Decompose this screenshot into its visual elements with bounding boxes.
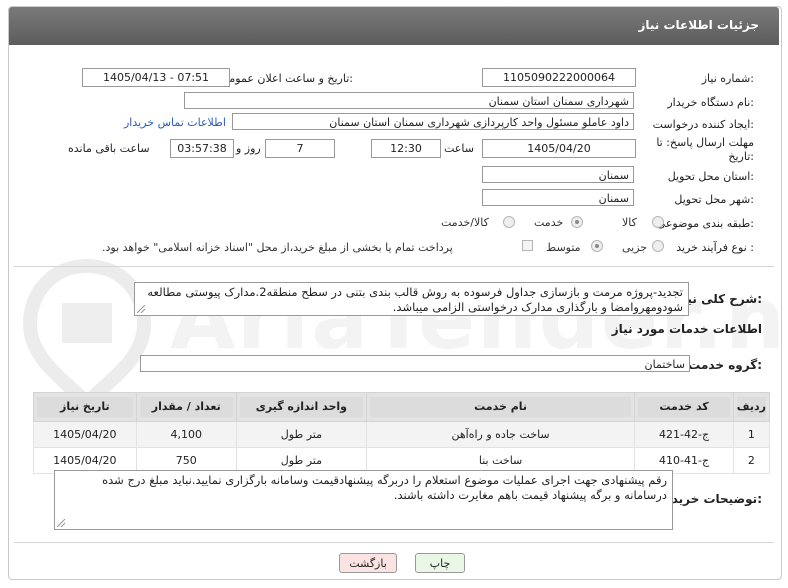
col-header-qty: تعداد / مقدار [135,392,237,422]
category-option-service: خدمت [534,216,564,229]
deadline-time-field: 12:30 [371,139,441,158]
category-option-goods: کالا [622,216,637,229]
purchase-radio-medium[interactable] [591,240,603,252]
category-label: طبقه بندی موضوعی: [656,217,754,230]
deadline-time-label: ساعت [444,142,474,155]
back-button[interactable]: بازگشت [339,553,397,573]
category-option-goods-service: کالا/خدمت [441,216,489,229]
col-header-name: نام خدمت [365,392,636,422]
col-header-code: کد خدمت [634,392,734,422]
deadline-label: مهلت ارسال پاسخ: تا تاریخ: [656,136,754,163]
cell-unit: متر طول [235,421,367,448]
category-radio-goods-service[interactable] [503,216,515,228]
summary-textarea[interactable]: تجدید-پروژه مرمت و بازسازی جداول فرسوده … [134,282,689,316]
print-button[interactable]: چاپ [415,553,465,573]
resize-grip-icon[interactable] [57,519,65,527]
requester-field: داود عاملو مسئول واحد کارپردازی شهرداری … [232,113,634,130]
need-number-label: شماره نیاز: [701,72,754,85]
category-radio-goods[interactable] [652,216,664,228]
purchase-option-minor: جزیی [622,241,648,254]
cell-idx: 1 [732,421,771,448]
service-group-field: ساختمان [140,355,690,372]
delivery-city-field: سمنان [482,189,634,206]
treasury-payment-note: پرداخت تمام یا بخشی از مبلغ خرید،از محل … [102,241,453,254]
divider [14,542,774,543]
cell-idx: 2 [732,447,771,474]
delivery-city-label: شهر محل تحویل: [674,193,754,206]
delivery-province-label: استان محل تحویل: [667,170,754,183]
cell-qty: 4,100 [135,421,237,448]
deadline-days-field: 7 [265,139,335,158]
panel-header: جزئیات اطلاعات نیاز [9,7,779,45]
need-number-field: 1105090222000064 [482,68,636,87]
col-header-idx: ردیف [732,392,771,422]
cell-code: ج-42-421 [634,421,734,448]
purchase-option-medium: متوسط [546,241,581,254]
treasury-checkbox[interactable] [522,240,533,251]
summary-text: تجدید-پروژه مرمت و بازسازی جداول فرسوده … [147,285,683,314]
cell-date: 1405/04/20 [33,421,137,448]
remaining-time-label: ساعت باقی مانده [68,142,150,155]
announce-datetime-field: 1405/04/13 - 07:51 [82,68,230,87]
services-section-title: اطلاعات خدمات مورد نیاز [611,322,762,336]
resize-grip-icon[interactable] [137,305,145,313]
announce-datetime-label: تاریخ و ساعت اعلان عمومی: [220,72,353,85]
purchase-radio-minor[interactable] [652,240,664,252]
col-header-unit: واحد اندازه گیری [235,392,367,422]
deadline-days-label: روز و [236,142,261,155]
buyer-notes-label: توضیحات خریدار: [660,492,762,506]
delivery-province-field: سمنان [482,166,634,183]
cell-name: ساخت جاده و راه‌آهن [365,421,636,448]
buyer-notes-text: رقم پیشنهادی جهت اجرای عملیات موضوع استع… [102,473,667,502]
service-group-label: گروه خدمت: [688,358,762,372]
divider [14,266,774,267]
buyer-contact-link[interactable]: اطلاعات تماس خریدار [124,116,226,129]
category-radio-service[interactable] [571,216,583,228]
services-table: ردیف کد خدمت نام خدمت واحد اندازه گیری ت… [33,392,771,474]
page-title: جزئیات اطلاعات نیاز [638,18,759,32]
buyer-notes-textarea[interactable]: رقم پیشنهادی جهت اجرای عملیات موضوع استع… [54,470,673,530]
remaining-time-field: 03:57:38 [170,139,234,158]
requester-label: ایجاد کننده درخواست: [652,118,754,131]
buyer-org-label: نام دستگاه خریدار: [667,96,754,109]
table-row: 1 ج-42-421 ساخت جاده و راه‌آهن متر طول 4… [33,421,771,448]
buyer-org-field: شهرداری سمنان استان سمنان [184,92,634,109]
purchase-type-label: نوع فرآیند خرید : [676,241,754,254]
deadline-date-field: 1405/04/20 [482,139,636,158]
col-header-date: تاریخ نیاز [33,392,137,422]
